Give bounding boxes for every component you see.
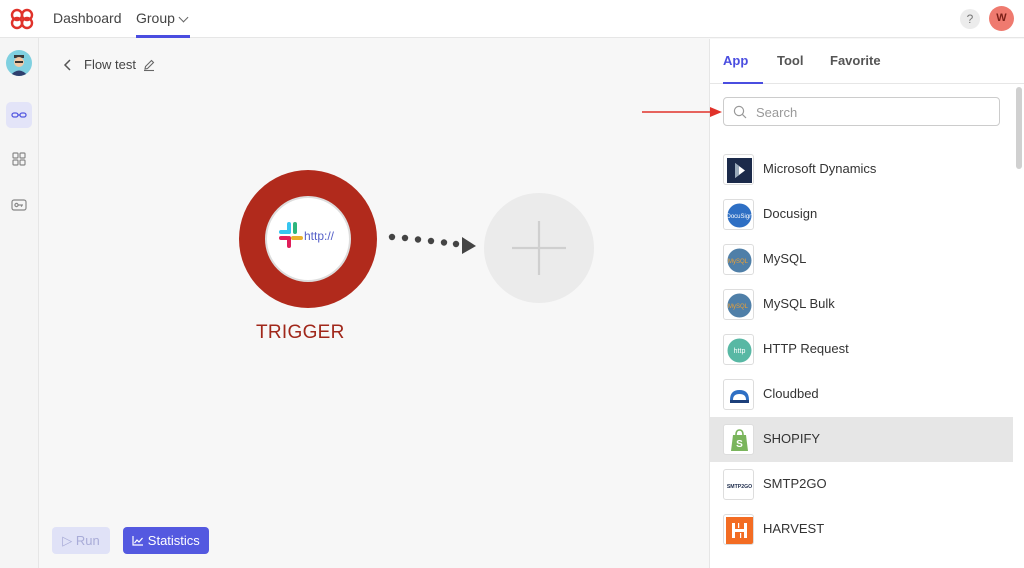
app-item-label: HARVEST [763, 521, 825, 536]
app-item-microsoft-dynamics[interactable]: Microsoft Dynamics [710, 147, 1013, 192]
cloudbed-logo-icon [723, 379, 754, 410]
docusign-logo-text: DocuSign [726, 214, 752, 220]
app-item-cloudbed[interactable]: Cloudbed [710, 372, 1013, 417]
app-item-label: Cloudbed [763, 386, 819, 401]
http-logo-text: http [734, 348, 746, 355]
play-icon: ▷ [62, 533, 76, 548]
app-item-label: MySQL [763, 251, 807, 266]
search-box [723, 97, 1000, 126]
run-button-label: Run [75, 533, 100, 548]
app-item-label: MySQL Bulk [763, 296, 835, 311]
search-icon [733, 105, 747, 119]
nav-group[interactable]: Group [136, 0, 190, 38]
sidebar-item-flows[interactable] [6, 102, 32, 128]
mysql-bulk-logo-icon: MySQL [723, 289, 754, 320]
microsoft-dynamics-logo-icon [723, 154, 754, 185]
trigger-label: TRIGGER [256, 322, 345, 343]
docusign-logo-icon: DocuSign [723, 199, 754, 230]
left-sidebar [0, 38, 39, 568]
nav-group-label: Group [136, 10, 175, 26]
app-item-label: Docusign [763, 206, 818, 221]
mysql-logo-icon: MySQL [723, 244, 754, 275]
workspace-avatar[interactable] [6, 50, 32, 76]
connector-arrow-icon [388, 233, 476, 254]
harvest-logo-icon [723, 514, 754, 545]
tab-favorite[interactable]: Favorite [830, 39, 881, 84]
back-chevron-icon[interactable] [61, 57, 77, 73]
app-item-smtp2go[interactable]: SMTP2GO SMTP2GO [710, 462, 1013, 507]
slack-icon [279, 222, 303, 248]
app-item-label: SHOPIFY [763, 431, 821, 446]
top-bar: Dashboard Group ? W [0, 0, 1024, 38]
app-item-label: SMTP2GO [763, 476, 827, 491]
mysql-logo-text: MySQL [728, 259, 749, 265]
flow-icon [11, 112, 27, 118]
app-item-harvest[interactable]: HARVEST [710, 507, 1013, 552]
app-item-docusign[interactable]: DocuSign Docusign [710, 192, 1013, 237]
smtp2go-logo-icon: SMTP2GO [723, 469, 754, 500]
grid-icon [12, 152, 26, 166]
svg-text:S: S [736, 439, 743, 450]
edit-pencil-icon[interactable] [142, 58, 156, 72]
run-button[interactable]: ▷ Run [52, 527, 110, 554]
flow-canvas[interactable] [40, 39, 708, 568]
app-logo-icon[interactable] [8, 7, 36, 31]
app-item-mysql[interactable]: MySQL MySQL [710, 237, 1013, 282]
chart-icon [132, 536, 144, 546]
sidebar-item-apps[interactable] [6, 146, 32, 172]
annotation-arrow-icon [642, 107, 722, 117]
statistics-button[interactable]: Statistics [123, 527, 209, 554]
scrollbar-thumb[interactable] [1016, 87, 1022, 169]
tab-app[interactable]: App [723, 39, 763, 84]
key-icon [11, 199, 27, 211]
panel-tabs: App Tool Favorite [710, 39, 1024, 84]
statistics-button-label: Statistics [147, 533, 200, 548]
shopify-logo-icon: S [723, 424, 754, 455]
nav-dashboard[interactable]: Dashboard [53, 0, 122, 38]
mysql-bulk-logo-text: MySQL [728, 304, 749, 310]
flow-title: Flow test [84, 57, 137, 72]
app-item-mysql-bulk[interactable]: MySQL MySQL Bulk [710, 282, 1013, 327]
user-avatar-button[interactable]: W [989, 6, 1014, 31]
add-step-node[interactable] [484, 193, 594, 303]
app-item-label: HTTP Request [763, 341, 849, 356]
smtp2go-logo-text: SMTP2GO [727, 484, 752, 490]
app-picker-panel: App Tool Favorite Microsoft Dynamics Doc… [709, 39, 1024, 568]
tab-tool[interactable]: Tool [777, 39, 803, 84]
plus-icon [512, 221, 566, 275]
trigger-http-text: http:// [304, 229, 335, 243]
app-item-http-request[interactable]: http HTTP Request [710, 327, 1013, 372]
http-request-logo-icon: http [723, 334, 754, 365]
search-input[interactable] [756, 102, 986, 122]
help-button[interactable]: ? [960, 9, 980, 29]
chevron-down-icon [178, 12, 189, 23]
app-item-label: Microsoft Dynamics [763, 161, 877, 176]
app-item-shopify[interactable]: S SHOPIFY [710, 417, 1013, 462]
sidebar-item-keys[interactable] [6, 192, 32, 218]
